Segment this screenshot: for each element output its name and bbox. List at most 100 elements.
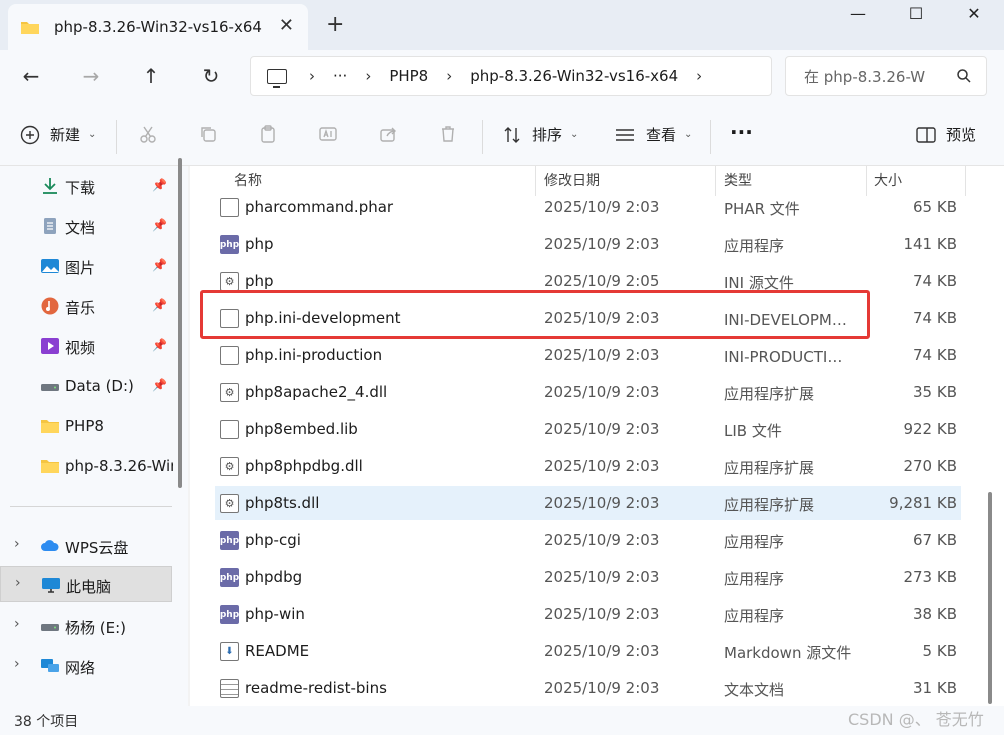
file-type: 应用程序 (724, 237, 785, 255)
paste-button[interactable] (258, 124, 278, 144)
sidebar-item-pictures[interactable]: 图片 📌 (0, 248, 172, 284)
chevron-right-icon[interactable]: › (14, 656, 20, 672)
file-date: 2025/10/9 2:03 (544, 383, 660, 401)
file-row[interactable]: php phpdbg 2025/10/9 2:03 应用程序 273 KB (215, 560, 961, 594)
file-size: 9,281 KB (889, 494, 957, 512)
file-name: php8embed.lib (245, 420, 358, 438)
sidebar-item-label: 此电脑 (66, 578, 112, 596)
file-type: 文本文档 (724, 681, 785, 699)
view-icon (616, 128, 634, 141)
sidebar-item-data-drive[interactable]: Data (D:) 📌 (0, 368, 172, 404)
file-row[interactable]: php php 2025/10/9 2:03 应用程序 141 KB (215, 227, 961, 261)
pin-icon[interactable]: 📌 (152, 218, 167, 232)
file-size: 67 KB (913, 531, 957, 549)
maximize-button[interactable]: ☐ (896, 4, 936, 23)
up-button[interactable]: ↑ (136, 64, 166, 88)
minimize-button[interactable]: — (838, 4, 878, 23)
forward-button[interactable]: → (76, 64, 106, 88)
breadcrumb-ellipsis[interactable]: ··· (333, 67, 347, 85)
sidebar-item-php8[interactable]: PHP8 (0, 408, 172, 444)
chevron-right-icon[interactable]: › (14, 616, 20, 632)
dll-icon: ⚙ (220, 494, 239, 513)
back-button[interactable]: ← (16, 64, 46, 88)
file-size: 35 KB (913, 383, 957, 401)
sidebar-item-music[interactable]: 音乐 📌 (0, 288, 172, 324)
chevron-right-icon[interactable]: › (14, 536, 20, 552)
file-size: 5 KB (922, 642, 957, 660)
file-row[interactable]: php.ini-production 2025/10/9 2:03 INI-PROD… (215, 338, 961, 372)
preview-button[interactable]: 预览 (916, 124, 976, 145)
rename-button[interactable] (318, 124, 338, 144)
new-tab-button[interactable]: + (326, 12, 344, 37)
file-row[interactable]: pharcommand.phar 2025/10/9 2:03 PHAR 文件 65 … (215, 190, 961, 224)
file-date: 2025/10/9 2:03 (544, 420, 660, 438)
tab-active[interactable]: php-8.3.26-Win32-vs16-x64 ✕ (8, 4, 308, 50)
pin-icon[interactable]: 📌 (152, 178, 167, 192)
sidebar-divider (10, 506, 172, 507)
breadcrumb-php8[interactable]: PHP8 (389, 67, 428, 85)
file-row[interactable]: ⚙ php8phpdbg.dll 2025/10/9 2:03 应用程序扩展 270 K… (215, 449, 961, 483)
column-divider[interactable] (965, 166, 966, 196)
share-button[interactable] (378, 124, 398, 144)
item-count: 38 个项目 (14, 714, 79, 730)
clipboard-icon (261, 125, 275, 143)
sidebar-item-videos[interactable]: 视频 📌 (0, 328, 172, 364)
chevron-right-icon: › (309, 67, 315, 85)
sidebar-item-network[interactable]: › 网络 (0, 648, 172, 684)
file-size: 141 KB (903, 235, 957, 253)
trash-icon (442, 126, 454, 142)
file-size: 65 KB (913, 198, 957, 216)
close-window-button[interactable]: ✕ (954, 4, 994, 23)
sidebar-item-downloads[interactable]: 下载 📌 (0, 168, 172, 204)
more-options-button[interactable]: ··· (730, 120, 753, 144)
copy-button[interactable] (198, 124, 218, 144)
file-type: 应用程序 (724, 570, 785, 588)
chevron-right-icon[interactable]: › (696, 67, 702, 85)
file-name: php (245, 235, 274, 253)
pin-icon[interactable]: 📌 (152, 338, 167, 352)
file-row[interactable]: ⚙ php8apache2_4.dll 2025/10/9 2:03 应用程序扩展 35… (215, 375, 961, 409)
sidebar-scrollbar[interactable] (178, 158, 182, 488)
file-row[interactable]: ⚙ php8ts.dll 2025/10/9 2:03 应用程序扩展 9,281 KB (215, 486, 961, 520)
file-list-scrollbar[interactable] (988, 492, 992, 704)
sidebar-item-documents[interactable]: 文档 📌 (0, 208, 172, 244)
pin-icon[interactable]: 📌 (152, 378, 167, 392)
file-row[interactable]: ⬇ README 2025/10/9 2:03 Markdown 源文件 5 KB (215, 634, 961, 668)
pin-icon[interactable]: 📌 (152, 258, 167, 272)
chevron-down-icon: ⌄ (88, 129, 97, 140)
view-button[interactable]: 查看 ⌄ (614, 124, 692, 145)
file-date: 2025/10/9 2:03 (544, 568, 660, 586)
php-exe-icon: php (220, 568, 239, 587)
computer-icon (267, 68, 287, 88)
pictures-icon (41, 259, 59, 273)
divider (710, 120, 711, 154)
document-icon (44, 218, 56, 234)
file-row[interactable]: ⚙ php 2025/10/9 2:05 INI 源文件 74 KB (215, 264, 961, 298)
file-row[interactable]: readme-redist-bins 2025/10/9 2:03 文本文档 31 K… (215, 671, 961, 705)
file-row[interactable]: php.ini-development 2025/10/9 2:03 INI-DEV… (215, 301, 961, 335)
file-name: README (245, 642, 310, 660)
file-row[interactable]: php8embed.lib 2025/10/9 2:03 LIB 文件 922 KB (215, 412, 961, 446)
breadcrumb-current-folder[interactable]: php-8.3.26-Win32-vs16-x64 (470, 67, 678, 85)
search-input[interactable]: 在 php-8.3.26-W (785, 56, 987, 96)
folder-icon (41, 460, 59, 473)
drive-icon (41, 384, 59, 391)
file-row[interactable]: php php-cgi 2025/10/9 2:03 应用程序 67 KB (215, 523, 961, 557)
pin-icon[interactable]: 📌 (152, 298, 167, 312)
search-placeholder: 在 php-8.3.26-W (804, 67, 926, 86)
refresh-button[interactable]: ↻ (196, 64, 226, 88)
new-label: 新建 (50, 126, 81, 144)
sidebar-item-e-drive[interactable]: › 杨杨 (E:) (0, 608, 172, 644)
new-button[interactable]: 新建 ⌄ (20, 124, 96, 145)
address-bar[interactable]: › ··· › PHP8 › php-8.3.26-Win32-vs16-x64… (250, 56, 772, 96)
sidebar-item-php-folder[interactable]: php-8.3.26-Win32-vs16-x64 (0, 448, 173, 484)
sidebar-item-this-pc[interactable]: › 此电脑 (0, 566, 172, 602)
tab-close-icon[interactable]: ✕ (279, 15, 294, 36)
file-type: 应用程序 (724, 607, 785, 625)
delete-button[interactable] (438, 124, 458, 144)
file-row[interactable]: php php-win 2025/10/9 2:03 应用程序 38 KB (215, 597, 961, 631)
sidebar-item-wps-cloud[interactable]: › WPS云盘 (0, 528, 172, 564)
cut-button[interactable] (138, 124, 158, 144)
chevron-right-icon[interactable]: › (15, 575, 21, 591)
sort-button[interactable]: 排序 ⌄ (502, 124, 578, 145)
